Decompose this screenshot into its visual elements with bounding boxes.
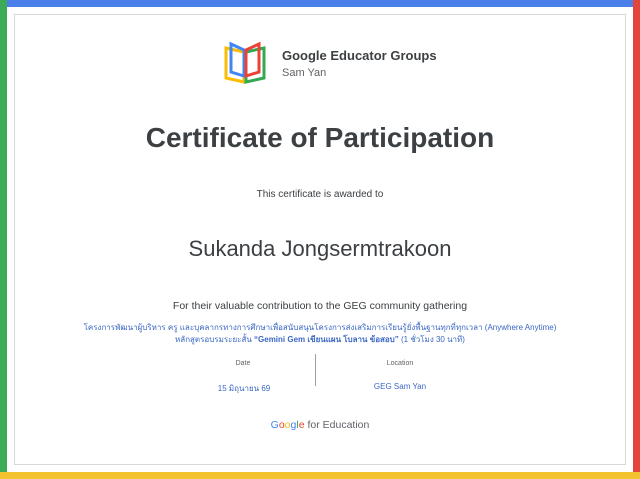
awarded-text: This certificate is awarded to [256, 189, 384, 200]
date-value: 15 มิถุนายน 69 [217, 384, 271, 393]
course-duration: (1 ชั่วโมง 30 นาที) [398, 335, 465, 344]
geg-book-logo-icon [224, 41, 266, 84]
chapter-name: Sam Yan [282, 66, 327, 79]
date-label: Date [235, 360, 251, 367]
course-prefix: หลักสูตรอบรมระยะสั้น [175, 335, 255, 344]
group-name: Google Educator Groups [282, 47, 437, 63]
google-for-education-logo: Google for Education [0, 419, 640, 431]
top-border-blue [0, 0, 640, 7]
course-line: หลักสูตรอบรมระยะสั้น “Gemini Gem เขียนแผ… [0, 333, 640, 346]
bottom-border-yellow [0, 472, 640, 479]
brand-g: G [270, 419, 279, 431]
divider [315, 354, 316, 386]
header: Google Educator Groups Sam Yan [222, 40, 437, 86]
location-label: Location [386, 360, 414, 367]
reason-text: For their valuable contribution to the G… [172, 300, 468, 312]
location-value: GEG Sam Yan [373, 382, 427, 391]
recipient-name: Sukanda Jongsermtrakoon [188, 236, 452, 261]
certificate: Google Educator Groups Sam Yan Certifica… [0, 0, 640, 479]
certificate-title: Certificate of Participation [145, 122, 495, 153]
brand-suffix: for Education [304, 419, 370, 431]
course-name: “Gemini Gem เขียนแผน โบลาน ข้อสอบ” [254, 335, 399, 344]
